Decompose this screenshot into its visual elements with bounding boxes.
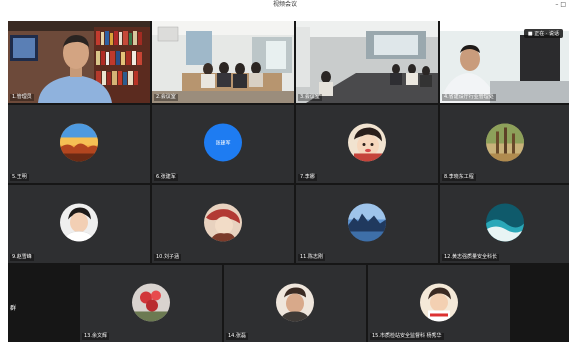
participant-name: 6.张建军: [154, 174, 178, 181]
video-tile-4[interactable]: ■ 正在 · 说话 4.省建设厅行业管理处: [440, 21, 569, 103]
avatar-tile-5[interactable]: 5.王明: [8, 105, 150, 183]
avatar-tile-10[interactable]: 10.刘子涵: [152, 185, 294, 263]
avatar-tile-9[interactable]: 9.赵雪峰: [8, 185, 150, 263]
participant-name: 10.刘子涵: [154, 254, 181, 261]
video-feed-host: [8, 21, 150, 103]
participant-name: 14.张磊: [226, 333, 248, 340]
avatar-tile-11[interactable]: 11.陈志刚: [296, 185, 438, 263]
participant-name: 8.李晓东工程: [442, 174, 476, 181]
participant-name: 4.省建设厅行业管理处: [442, 94, 496, 101]
flower-avatar: [132, 282, 170, 321]
window-title: 视频会议: [272, 1, 297, 8]
participant-name: 5.王明: [10, 174, 29, 181]
child-avatar: [420, 282, 458, 321]
participant-name: 1.管理员: [10, 94, 34, 101]
sunset-avatar: [60, 123, 98, 162]
man-avatar: [276, 282, 314, 321]
participant-name: 12.黄志强质量安全科长: [442, 254, 499, 261]
participant-name: 11.陈志刚: [298, 254, 325, 261]
avatar-initials: 张建军: [215, 139, 231, 146]
speaking-popup: ■ 正在 · 说话: [523, 29, 563, 38]
participant-name: 3.会议室: [298, 94, 322, 101]
window-controls[interactable]: – □: [555, 0, 566, 9]
cartoon-avatar: [348, 123, 386, 162]
tree-avatar: [485, 123, 524, 162]
blue-badge-avatar: 张建军: [204, 123, 242, 162]
avatar-tile-7[interactable]: 7.李娜: [296, 105, 438, 183]
video-tile-3[interactable]: 3.会议室: [296, 21, 438, 103]
painting-avatar: [204, 203, 242, 242]
wave-avatar: [485, 203, 524, 242]
meeting-grid: 1.管理员 2.会议室 3.会议室 ■ 正在 · 说话 4.省建设厅行业管理处 …: [8, 21, 569, 342]
avatar-tile-14[interactable]: 14.张磊: [224, 265, 366, 342]
participant-name: 7.李娜: [298, 174, 317, 181]
portrait-avatar: [60, 203, 98, 242]
title-bar: 视频会议 – □: [0, 0, 570, 9]
avatar-tile-12[interactable]: 12.黄志强质量安全科长: [440, 185, 569, 263]
participant-name: 15.市质检站安全监督科 杨秀华: [370, 333, 444, 340]
participant-name: 13.余文辉: [82, 333, 109, 340]
video-feed-room-1: [152, 21, 294, 103]
participant-name: 2.会议室: [154, 94, 178, 101]
avatar-tile-15[interactable]: 15.市质检站安全监督科 杨秀华: [368, 265, 510, 342]
avatar-tile-13[interactable]: 13.余文辉: [80, 265, 222, 342]
avatar-tile-8[interactable]: 8.李晓东工程: [440, 105, 569, 183]
participant-name: 9.赵雪峰: [10, 254, 34, 261]
side-panel-label: 群: [10, 305, 17, 312]
avatar-tile-6[interactable]: 张建军 6.张建军: [152, 105, 294, 183]
video-tile-1[interactable]: 1.管理员: [8, 21, 150, 103]
video-feed-room-2: [296, 21, 438, 103]
video-tile-2[interactable]: 2.会议室: [152, 21, 294, 103]
city-avatar: [348, 203, 386, 242]
